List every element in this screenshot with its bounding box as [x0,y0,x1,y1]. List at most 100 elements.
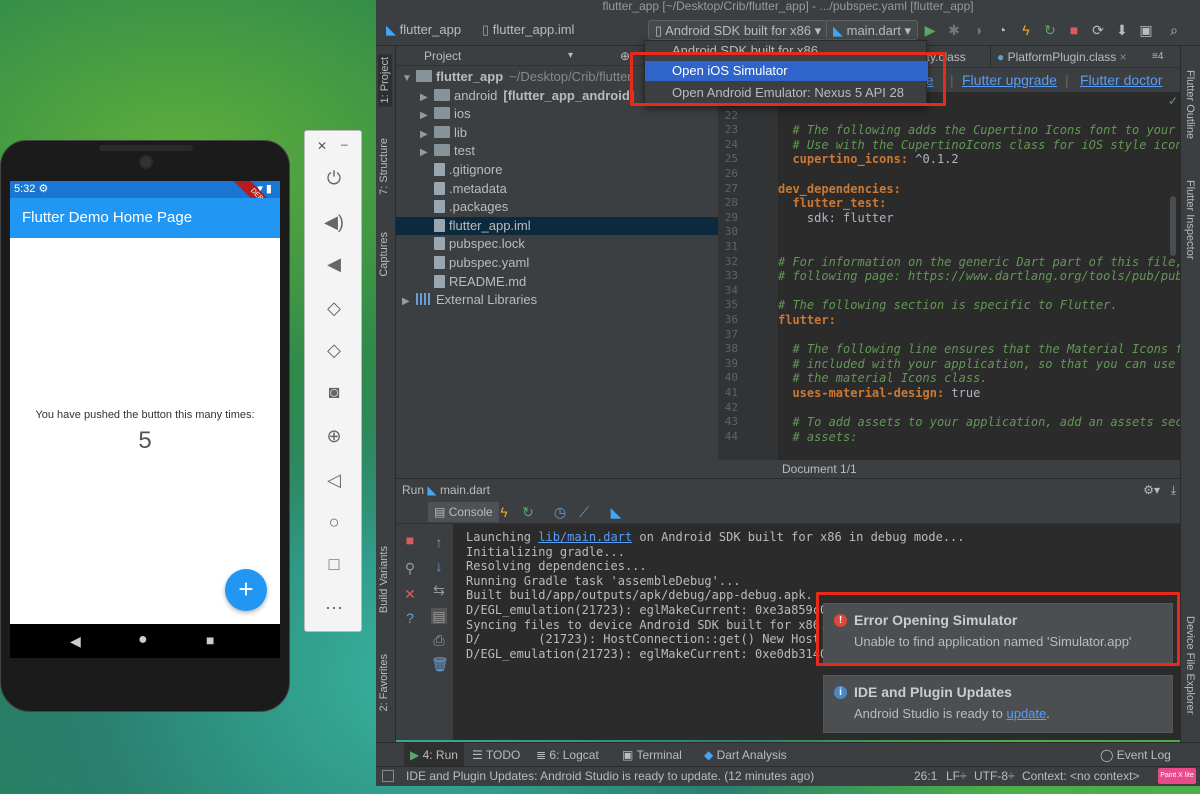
tool-logcat[interactable]: ≣ 6: Logcat [536,743,599,767]
tool-run[interactable]: ▶ 4: Run [404,743,464,767]
gear-icon[interactable]: ⚙▾ [1143,479,1160,501]
tab-favorites[interactable]: 2: Favorites [378,654,390,711]
stop-icon[interactable]: ■ [1066,22,1082,38]
notification-updates[interactable]: i IDE and Plugin Updates Android Studio … [823,675,1173,733]
hot-reload-icon[interactable]: ϟ [496,504,512,520]
hide-icon[interactable]: ⤓ [1171,479,1176,501]
tool-dart-analysis[interactable]: ◆ Dart Analysis [704,743,787,767]
performance-icon[interactable]: ⟋ [576,504,592,520]
close-icon[interactable]: ✕ [317,139,327,153]
tree-item[interactable]: .metadata [396,180,718,198]
sync-icon[interactable]: ⟳ [1090,22,1106,38]
breadcrumb-project[interactable]: ◣ flutter_app [386,20,461,40]
chevron-right-icon[interactable]: ▶ [402,293,416,311]
volume-up-icon[interactable]: ◀) [323,211,345,233]
help-icon[interactable]: ? [402,610,418,626]
print-icon[interactable]: ⎙ [431,632,447,648]
toggle-tool-windows-icon[interactable] [382,770,394,782]
sdk-manager-icon[interactable]: ⬇ [1114,22,1130,38]
overview-icon[interactable]: ■ [206,632,214,648]
close-icon[interactable]: ✕ [402,586,418,602]
cursor-position[interactable]: 26:1 [914,767,937,785]
arrow-up-icon[interactable]: ↑ [431,534,447,550]
scroll-to-end-icon[interactable]: ▤ [431,608,447,624]
tree-item[interactable]: ▶ ios [396,105,718,123]
console-file-link[interactable]: lib/main.dart [538,530,632,544]
profile-icon[interactable]: ◔ [994,22,1010,38]
chevron-down-icon[interactable]: ▼ [402,70,416,88]
file-encoding[interactable]: UTF-8÷ [974,767,1015,785]
minimize-icon[interactable]: – [341,137,348,151]
tree-item[interactable]: flutter_app.iml [396,216,718,235]
back-icon[interactable]: ◁ [323,469,345,491]
phone-screen[interactable]: 5:32 ⚙ ▾ ▮ DEBUG Flutter Demo Home Page … [10,181,280,624]
flutter-upgrade-link[interactable]: Flutter upgrade [962,68,1057,92]
tree-item[interactable]: pubspec.lock [396,235,718,253]
stop-icon[interactable]: ■ [402,532,418,548]
debug-icon[interactable]: ✱ [946,22,962,38]
home-icon[interactable]: ○ [323,511,345,533]
tree-item[interactable]: .gitignore [396,161,718,179]
tool-terminal[interactable]: ▣ Terminal [622,743,682,767]
pin-icon[interactable]: ⚲ [402,560,418,576]
context-indicator[interactable]: Context: <no context> [1022,767,1139,785]
hot-restart-icon[interactable]: ↻ [1042,22,1058,38]
volume-down-icon[interactable]: ◀ [323,253,345,275]
project-panel-title[interactable]: Project [424,49,461,63]
chevron-right-icon[interactable]: ▶ [420,107,434,125]
tab-project[interactable]: 1: Project [378,54,392,107]
tool-todo[interactable]: ☰ TODO [472,743,520,767]
tab-flutter-outline[interactable]: Flutter Outline [1184,70,1196,139]
chevron-down-icon[interactable]: ▾ [568,46,573,66]
avd-manager-icon[interactable]: ▣ [1138,22,1154,38]
timer-icon[interactable]: ◷ [552,504,568,520]
tree-item[interactable]: .packages [396,198,718,216]
tree-item[interactable]: ▶ test [396,142,718,160]
flutter-inspector-icon[interactable]: ◣ [608,504,624,520]
status-message[interactable]: IDE and Plugin Updates: Android Studio i… [406,767,814,785]
tab-platform-plugin[interactable]: ● PlatformPlugin.class × [990,46,1133,68]
tool-event-log[interactable]: ◯ Event Log [1100,743,1171,767]
power-icon[interactable]: ⏻ [323,167,345,189]
run-config-selector[interactable]: ◣ main.dart ▾ [826,20,918,40]
flutter-doctor-link[interactable]: Flutter doctor [1080,68,1162,92]
tab-captures[interactable]: Captures [378,232,390,277]
chevron-right-icon[interactable]: ▶ [420,89,434,107]
tab-console[interactable]: ▤ Console [428,502,499,522]
update-link[interactable]: update [1006,706,1046,721]
tree-item[interactable]: ▶ lib [396,124,718,142]
device-selector[interactable]: ▯ Android SDK built for x86 ▾ [648,20,829,40]
hot-reload-icon[interactable]: ϟ [1018,22,1034,38]
search-icon[interactable]: ⌕ [1166,22,1182,38]
overview-icon[interactable]: □ [323,553,345,575]
back-icon[interactable]: ◀ [70,633,81,650]
coverage-icon[interactable]: ◑ [970,22,986,38]
locate-icon[interactable]: ⊕ [620,46,630,66]
soft-wrap-icon[interactable]: ⇆ [431,582,447,598]
tab-flutter-inspector[interactable]: Flutter Inspector [1184,180,1196,259]
fab-increment-button[interactable]: + [225,569,267,611]
tab-device-file-explorer[interactable]: Device File Explorer [1184,616,1196,714]
line-separator[interactable]: LF÷ [946,767,967,785]
breadcrumb-file[interactable]: ▯ flutter_app.iml [482,20,574,40]
zoom-icon[interactable]: ⊕ [323,425,345,447]
run-icon[interactable]: ▶ [922,22,938,38]
chevron-right-icon[interactable]: ▶ [420,144,434,162]
screenshot-icon[interactable]: ◙ [323,381,345,403]
arrow-down-icon[interactable]: ↓ [431,558,447,574]
close-icon[interactable]: × [1120,50,1127,64]
hot-restart-icon[interactable]: ↻ [520,504,536,520]
chevron-right-icon[interactable]: ▶ [420,126,434,144]
rotate-right-icon[interactable]: ◇ [323,339,345,361]
rotate-left-icon[interactable]: ◇ [323,297,345,319]
tree-item[interactable]: ▶ External Libraries [396,291,718,309]
home-icon[interactable]: ● [138,631,148,649]
trash-icon[interactable]: 🗑 [431,656,449,672]
tree-item[interactable]: pubspec.yaml [396,254,718,272]
tab-build-variants[interactable]: Build Variants [378,546,390,613]
editor-scrollbar[interactable] [1170,196,1176,256]
tab-overflow[interactable]: ≡4 [1146,46,1169,68]
tree-item[interactable]: README.md [396,273,718,291]
more-icon[interactable]: ⋯ [323,597,345,619]
tab-structure[interactable]: 7: Structure [378,138,390,195]
